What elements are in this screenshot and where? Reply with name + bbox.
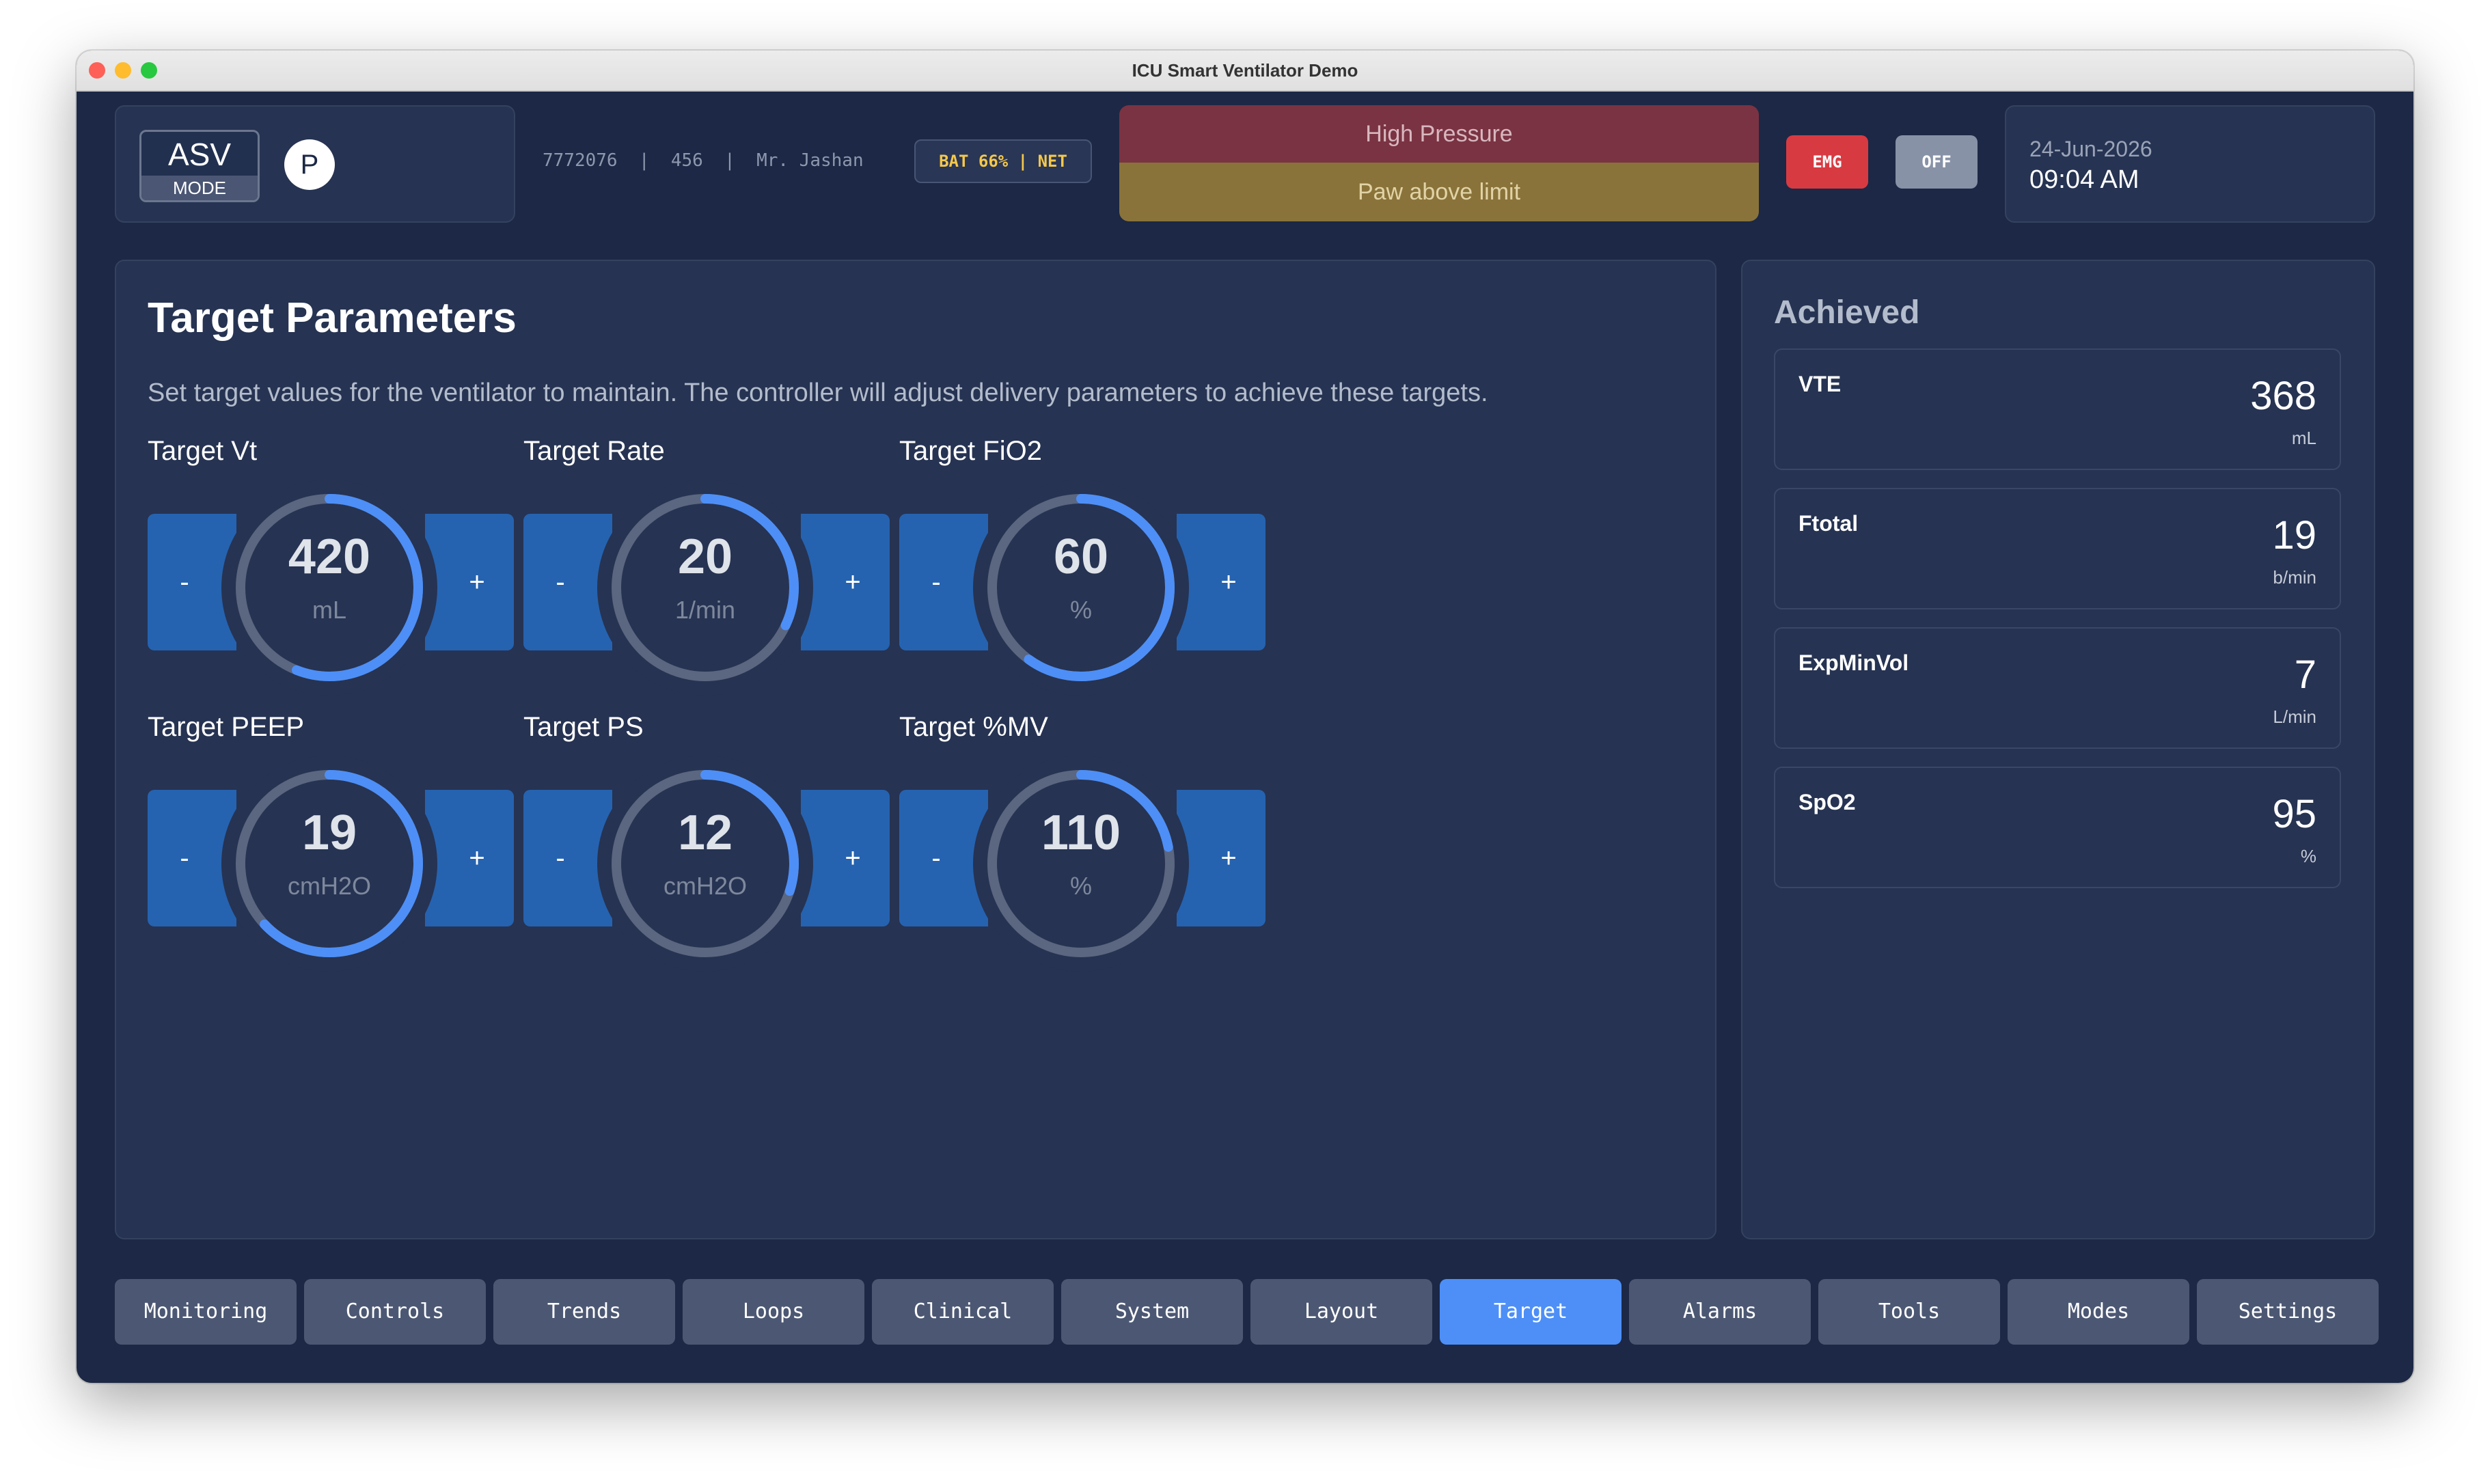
current-date: 24-Jun-2026	[2029, 137, 2152, 161]
dial-unit: 1/min	[674, 596, 736, 624]
increment-button[interactable]: +	[1177, 514, 1265, 650]
metric-card-vte: VTE 368 mL	[1774, 348, 2341, 470]
dial-value: 12	[677, 806, 733, 860]
target-parameters-panel: Target Parameters Set target values for …	[115, 260, 1716, 1239]
tab-tools[interactable]: Tools	[1818, 1279, 2000, 1345]
metric-name: Ftotal	[1798, 511, 1859, 536]
tab-modes[interactable]: Modes	[2008, 1279, 2189, 1345]
metric-value: 19	[2272, 513, 2316, 558]
value-dial[interactable]: 12 cmH2O	[597, 756, 813, 972]
current-time: 09:04 AM	[2029, 165, 2139, 194]
achieved-title: Achieved	[1774, 294, 1920, 331]
achieved-panel: Achieved VTE 368 mL Ftotal 19 b/min ExpMinVol 7…	[1741, 260, 2375, 1239]
control-target-ps: Target PS - +12 cmH2O	[523, 712, 890, 999]
mode-selector[interactable]: ASV MODE	[139, 130, 260, 202]
increment-button[interactable]: +	[425, 514, 514, 650]
tab-target[interactable]: Target	[1440, 1279, 1622, 1345]
dial-ring	[987, 494, 1175, 681]
dial-unit: cmH2O	[663, 872, 747, 900]
dial-value: 60	[1053, 530, 1109, 584]
control-label: Target FiO2	[899, 436, 1042, 466]
title-bar: ICU Smart Ventilator Demo	[77, 51, 2413, 92]
metric-card-expminvol: ExpMinVol 7 L/min	[1774, 627, 2341, 749]
metric-unit: %	[2300, 846, 2316, 866]
value-dial[interactable]: 420 mL	[221, 480, 437, 696]
dial-value: 110	[1041, 806, 1121, 860]
metric-value: 368	[2250, 374, 2316, 418]
increment-button[interactable]: +	[1177, 790, 1265, 926]
battery-network-status: BAT 66% | NET	[914, 139, 1092, 183]
tab-settings[interactable]: Settings	[2197, 1279, 2379, 1345]
dial-value: 19	[301, 806, 357, 860]
mode-panel: ASV MODE P	[115, 105, 515, 223]
mode-label: MODE	[141, 176, 258, 200]
dial-value: 420	[288, 530, 371, 584]
tab-controls[interactable]: Controls	[304, 1279, 486, 1345]
tab-alarms[interactable]: Alarms	[1629, 1279, 1811, 1345]
dial-value: 20	[677, 530, 733, 584]
control-label: Target %MV	[899, 712, 1048, 742]
patient-avatar[interactable]: P	[284, 139, 335, 190]
page-title: Target Parameters	[148, 294, 517, 342]
tab-loops[interactable]: Loops	[683, 1279, 864, 1345]
metric-unit: b/min	[2273, 567, 2316, 588]
metric-card-spo2: SpO2 95%	[1774, 767, 2341, 888]
value-dial[interactable]: 20 1/min	[597, 480, 813, 696]
dial-ring	[612, 770, 799, 957]
metric-value: 7	[2294, 652, 2316, 697]
metric-name: SpO2	[1798, 790, 1856, 814]
control-target-rate: Target Rate - +20 1/min	[523, 436, 890, 723]
value-dial[interactable]: 19 cmH2O	[221, 756, 437, 972]
metric-unit: mL	[2291, 428, 2316, 448]
dial-unit: %	[1069, 872, 1092, 900]
dial-unit: mL	[312, 596, 346, 624]
increment-button[interactable]: +	[801, 514, 890, 650]
alarm-paw-limit[interactable]: Paw above limit	[1119, 163, 1759, 221]
mode-value: ASV	[167, 137, 232, 172]
metric-value: 95	[2272, 792, 2316, 836]
control-target-fio2: Target FiO2- +60%	[899, 436, 1265, 723]
alarm-high-pressure[interactable]: High Pressure	[1119, 105, 1759, 163]
emergency-button[interactable]: EMG	[1786, 135, 1868, 189]
control-label: Target Vt	[148, 436, 258, 466]
control-target-peep: Target PEEP - +19 cmH2O	[148, 712, 514, 999]
tab-system[interactable]: System	[1061, 1279, 1243, 1345]
dial-ring	[236, 494, 423, 681]
control-target-mv: Target %MV - +110%	[899, 712, 1265, 999]
tab-trends[interactable]: Trends	[493, 1279, 675, 1345]
window-title: ICU Smart Ventilator Demo	[1132, 60, 1358, 81]
metric-name: VTE	[1798, 372, 1842, 396]
alarm-banner[interactable]: High Pressure Paw above limit	[1119, 105, 1759, 221]
control-label: Target PEEP	[148, 712, 305, 742]
dial-ring	[612, 494, 799, 681]
tab-monitoring[interactable]: Monitoring	[115, 1279, 297, 1345]
tab-clinical[interactable]: Clinical	[872, 1279, 1054, 1345]
control-label: Target Rate	[523, 436, 665, 466]
increment-button[interactable]: +	[801, 790, 890, 926]
metric-card-ftotal: Ftotal 19 b/min	[1774, 488, 2341, 609]
app-window: ICU Smart Ventilator Demo ASV MODE P 777…	[77, 51, 2413, 1383]
control-label: Target PS	[523, 712, 644, 742]
tab-layout[interactable]: Layout	[1250, 1279, 1432, 1345]
dial-unit: %	[1069, 596, 1092, 624]
value-dial[interactable]: 110%	[973, 756, 1189, 972]
value-dial[interactable]: 60%	[973, 480, 1189, 696]
clock-panel: 24-Jun-2026 09:04 AM	[2005, 105, 2375, 223]
metric-unit: L/min	[2273, 706, 2316, 727]
dial-ring	[236, 770, 423, 957]
power-off-button[interactable]: OFF	[1896, 135, 1978, 189]
metric-name: ExpMinVol	[1798, 650, 1909, 675]
dial-ring	[987, 770, 1175, 957]
control-target-vt: Target Vt - +420 mL	[148, 436, 514, 723]
increment-button[interactable]: +	[425, 790, 514, 926]
dial-unit: cmH2O	[287, 872, 371, 900]
patient-info: 7772076 | 456 | Mr. Jashan	[543, 150, 864, 171]
page-description: Set target values for the ventilator to …	[148, 379, 1488, 407]
